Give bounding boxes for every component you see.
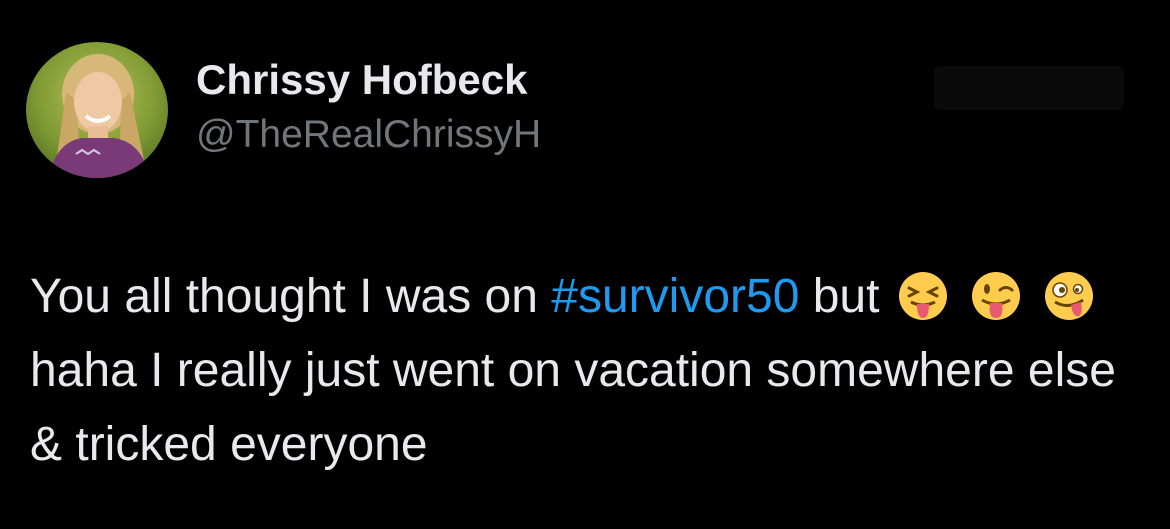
winking-face-with-tongue-icon: [970, 270, 1022, 322]
watermark: [934, 66, 1124, 110]
author-info[interactable]: Chrissy Hofbeck @TheRealChrissyH: [196, 54, 541, 160]
tweet-text-part-1: You all thought I was on: [30, 270, 552, 323]
tweet-text-part-3: haha I really just went on vacation some…: [30, 344, 1116, 471]
user-handle[interactable]: @TheRealChrissyH: [196, 110, 541, 160]
tweet-text: You all thought I was on #survivor50 but: [30, 260, 1130, 482]
display-name[interactable]: Chrissy Hofbeck: [196, 54, 541, 106]
tweet-card[interactable]: Chrissy Hofbeck @TheRealChrissyH You all…: [0, 0, 1170, 529]
squinting-face-with-tongue-icon: [897, 270, 949, 322]
avatar[interactable]: [26, 42, 168, 178]
tweet-text-part-2: but: [799, 270, 893, 323]
hashtag-link[interactable]: #survivor50: [551, 270, 799, 323]
zany-face-icon: [1043, 270, 1095, 322]
